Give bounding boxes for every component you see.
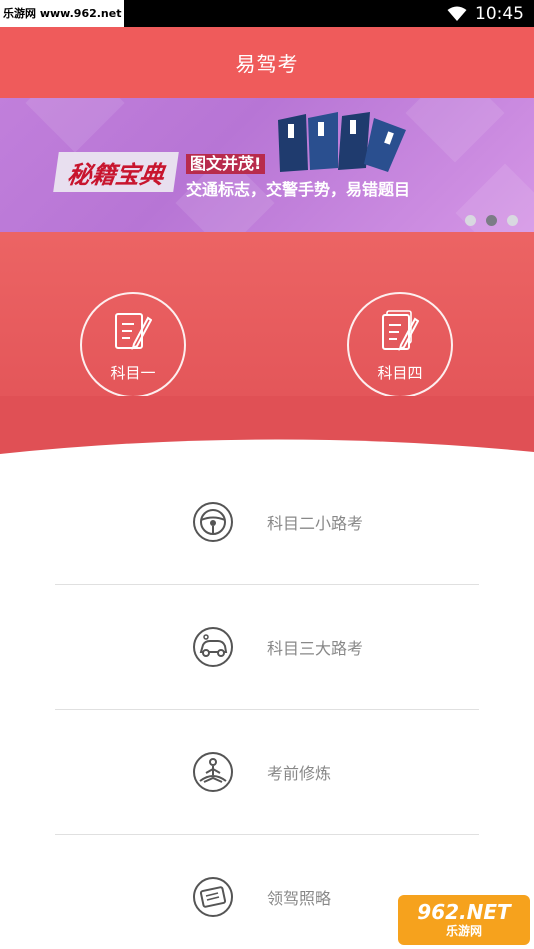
exam-paper-pencil-icon bbox=[382, 309, 419, 351]
exam-paper-pencil-icon bbox=[115, 312, 152, 350]
status-right: 10:45 bbox=[447, 0, 524, 27]
watermark-badge-top: 962.NET bbox=[417, 900, 511, 924]
page-title: 易驾考 bbox=[235, 52, 299, 76]
menu-label-license: 领驾照略 bbox=[267, 889, 332, 908]
app-screen: 乐游网 www.962.net 10:45 易驾考 秘籍宝典 图文并茂! 交通标… bbox=[0, 0, 534, 949]
menu-list: 科目二小路考 科目三大路考 考前修炼 领驾照略 bbox=[55, 460, 479, 949]
subject-one-button[interactable]: 科目一 bbox=[80, 292, 186, 398]
subject-one-label: 科目一 bbox=[110, 363, 156, 382]
status-watermark: 乐游网 www.962.net bbox=[0, 0, 125, 27]
license-card-icon bbox=[193, 877, 233, 917]
pagination-dot[interactable] bbox=[465, 215, 476, 226]
banner-decoration bbox=[405, 98, 505, 163]
pagination-dot-active[interactable] bbox=[486, 215, 497, 226]
watermark-badge-bottom: 乐游网 bbox=[445, 924, 482, 938]
menu-item-subject-three[interactable]: 科目三大路考 bbox=[55, 585, 479, 709]
banner-headline: 图文并茂! bbox=[186, 154, 266, 174]
wifi-icon bbox=[447, 6, 467, 21]
menu-label-pre-exam: 考前修炼 bbox=[267, 764, 332, 783]
subject-four-button[interactable]: 科目四 bbox=[347, 292, 453, 398]
meditation-icon bbox=[193, 752, 233, 792]
subject-four-label: 科目四 bbox=[377, 363, 423, 382]
menu-label-subject-three: 科目三大路考 bbox=[267, 639, 364, 658]
banner-calligraphy: 秘籍宝典 bbox=[53, 152, 179, 192]
menu-item-pre-exam[interactable]: 考前修炼 bbox=[55, 710, 479, 834]
menu-label-subject-two: 科目二小路考 bbox=[267, 514, 364, 533]
books-illustration bbox=[278, 112, 406, 172]
pagination-dot[interactable] bbox=[507, 215, 518, 226]
steering-wheel-icon bbox=[193, 502, 233, 542]
watermark-badge: 962.NET 乐游网 bbox=[398, 895, 530, 945]
menu-item-subject-two[interactable]: 科目二小路考 bbox=[55, 460, 479, 584]
banner-pagination bbox=[465, 215, 518, 226]
status-bar: 乐游网 www.962.net 10:45 bbox=[0, 0, 534, 27]
car-icon bbox=[193, 627, 233, 667]
status-time: 10:45 bbox=[475, 3, 524, 24]
banner-decoration bbox=[25, 98, 125, 153]
app-bar: 易驾考 bbox=[0, 27, 534, 98]
promo-banner[interactable]: 秘籍宝典 图文并茂! 交通标志，交警手势，易错题目 bbox=[0, 98, 534, 232]
banner-subline: 交通标志，交警手势，易错题目 bbox=[186, 180, 411, 199]
